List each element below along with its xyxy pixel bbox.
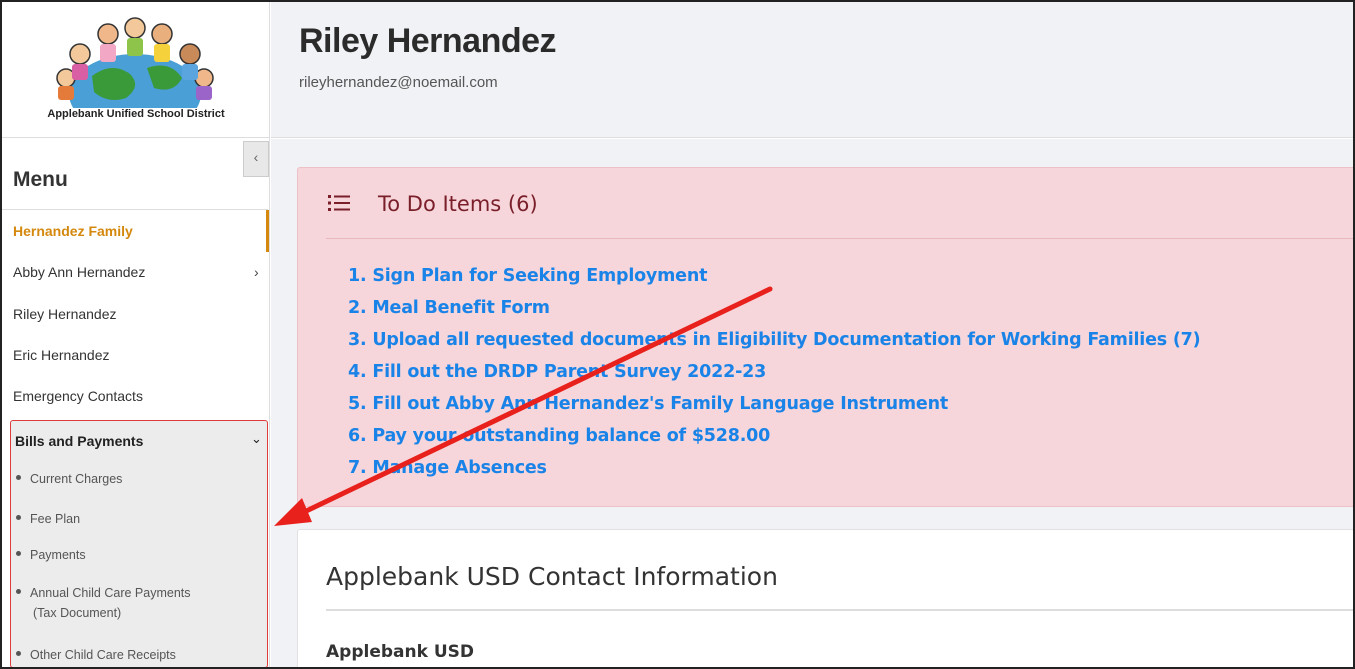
todo-item-pay-balance[interactable]: 6. Pay your outstanding balance of $528.…: [348, 426, 1200, 458]
contact-title: Applebank USD Contact Information: [326, 562, 778, 591]
collapse-sidebar-button[interactable]: ‹: [243, 141, 269, 177]
sidebar-item-eric-hernandez[interactable]: Eric Hernandez: [13, 347, 110, 363]
todo-item-meal-benefit-form[interactable]: 2. Meal Benefit Form: [348, 298, 1200, 330]
submenu-item-current-charges[interactable]: Current Charges: [16, 469, 122, 489]
district-name: Applebank Unified School District: [47, 108, 225, 120]
children-globe-logo-icon: [56, 17, 214, 108]
todo-item-manage-absences[interactable]: 7. Manage Absences: [348, 458, 1200, 490]
menu-divider: [2, 209, 268, 210]
todo-list: 1. Sign Plan for Seeking Employment 2. M…: [348, 266, 1201, 490]
contact-org-name: Applebank USD: [326, 642, 474, 662]
todo-item-language-instrument[interactable]: 5. Fill out Abby Ann Hernandez's Family …: [348, 394, 1200, 426]
sidebar-item-emergency-contacts[interactable]: Emergency Contacts: [13, 388, 143, 404]
list-icon: [328, 195, 350, 211]
app-window: Applebank Unified School District ‹ Menu…: [0, 0, 1355, 669]
main-content: To Do Items (6) 1. Sign Plan for Seeking…: [271, 139, 1353, 667]
sidebar-item-hernandez-family[interactable]: Hernandez Family: [13, 223, 133, 239]
bullet-icon: [16, 589, 21, 595]
contact-divider: [326, 609, 1353, 611]
todo-title: To Do Items (6): [378, 192, 538, 216]
bullet-icon: [16, 475, 21, 481]
submenu-label: Other Child Care Receipts: [30, 648, 176, 662]
submenu-item-payments[interactable]: Payments: [16, 545, 86, 565]
submenu-item-other-child-care-receipts[interactable]: Other Child Care Receipts: [16, 645, 176, 665]
active-indicator: [266, 210, 269, 252]
bullet-icon: [16, 515, 21, 521]
bullet-icon: [16, 651, 21, 657]
user-name: Riley Hernandez: [299, 22, 557, 60]
todo-item-upload-documents[interactable]: 3. Upload all requested documents in Eli…: [348, 330, 1201, 362]
bullet-icon: [16, 551, 21, 557]
chevron-right-icon[interactable]: ›: [254, 264, 259, 280]
user-email: rileyhernandez@noemail.com: [299, 74, 498, 91]
bills-and-payments-group: Bills and Payments ⌄ Current Charges Fee…: [10, 420, 268, 667]
todo-panel: To Do Items (6) 1. Sign Plan for Seeking…: [297, 167, 1353, 507]
submenu-label: Annual Child Care Payments: [30, 586, 191, 600]
district-logo[interactable]: Applebank Unified School District: [2, 2, 270, 138]
submenu-label: Payments: [30, 548, 86, 562]
submenu-label-line2: (Tax Document): [33, 606, 122, 620]
sidebar-item-abby-ann-hernandez[interactable]: Abby Ann Hernandez: [13, 264, 145, 280]
contact-panel: Applebank USD Contact Information Appleb…: [297, 529, 1353, 667]
sidebar-item-riley-hernandez[interactable]: Riley Hernandez: [13, 306, 117, 322]
sidebar: Applebank Unified School District ‹ Menu…: [2, 2, 270, 667]
submenu-label: Current Charges: [30, 472, 123, 486]
submenu-item-annual-child-care-payments[interactable]: Annual Child Care Payments (Tax Document…: [16, 583, 191, 623]
submenu-item-fee-plan[interactable]: Fee Plan: [16, 509, 80, 529]
todo-divider: [326, 238, 1353, 239]
submenu-label: Fee Plan: [30, 512, 81, 526]
todo-item-drdp-survey[interactable]: 4. Fill out the DRDP Parent Survey 2022-…: [348, 362, 1200, 394]
chevron-down-icon[interactable]: ⌄: [251, 431, 262, 447]
todo-item-sign-plan[interactable]: 1. Sign Plan for Seeking Employment: [348, 266, 1200, 298]
page-header: Riley Hernandez rileyhernandez@noemail.c…: [271, 2, 1353, 138]
sidebar-item-bills-and-payments[interactable]: Bills and Payments: [15, 433, 143, 449]
menu-title: Menu: [13, 168, 68, 191]
